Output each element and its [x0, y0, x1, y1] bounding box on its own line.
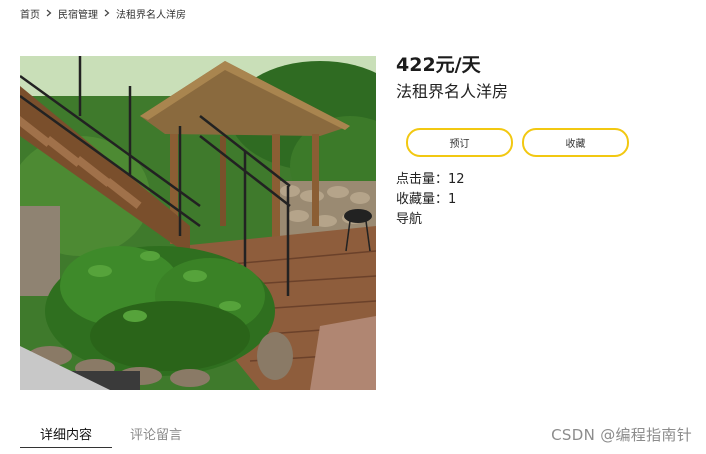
- tab-comments[interactable]: 评论留言: [130, 420, 182, 447]
- listing-stats: 点击量：12 收藏量：1 导航: [396, 170, 465, 230]
- breadcrumb-home[interactable]: 首页: [20, 6, 40, 21]
- breadcrumb: 首页 民宿管理 法租界名人洋房: [20, 5, 186, 21]
- garden-pavilion-image: [20, 56, 376, 390]
- navigation-link[interactable]: 导航: [396, 210, 465, 230]
- content-tabs: 详细内容 评论留言: [20, 420, 182, 450]
- tab-details[interactable]: 详细内容: [20, 420, 112, 448]
- chevron-right-icon: [104, 9, 110, 17]
- breadcrumb-homestay-management[interactable]: 民宿管理: [58, 6, 98, 21]
- price-label: 422元/天: [396, 54, 481, 76]
- chevron-right-icon: [46, 9, 52, 17]
- listing-photo: [20, 56, 376, 390]
- click-count: 点击量：12: [396, 172, 465, 187]
- favorite-count: 收藏量：1: [396, 192, 457, 207]
- watermark: CSDN @编程指南针: [551, 426, 692, 444]
- book-button[interactable]: 预订: [406, 128, 513, 157]
- listing-title: 法租界名人洋房: [396, 82, 509, 101]
- breadcrumb-current: 法租界名人洋房: [116, 9, 186, 21]
- favorite-button[interactable]: 收藏: [522, 128, 629, 157]
